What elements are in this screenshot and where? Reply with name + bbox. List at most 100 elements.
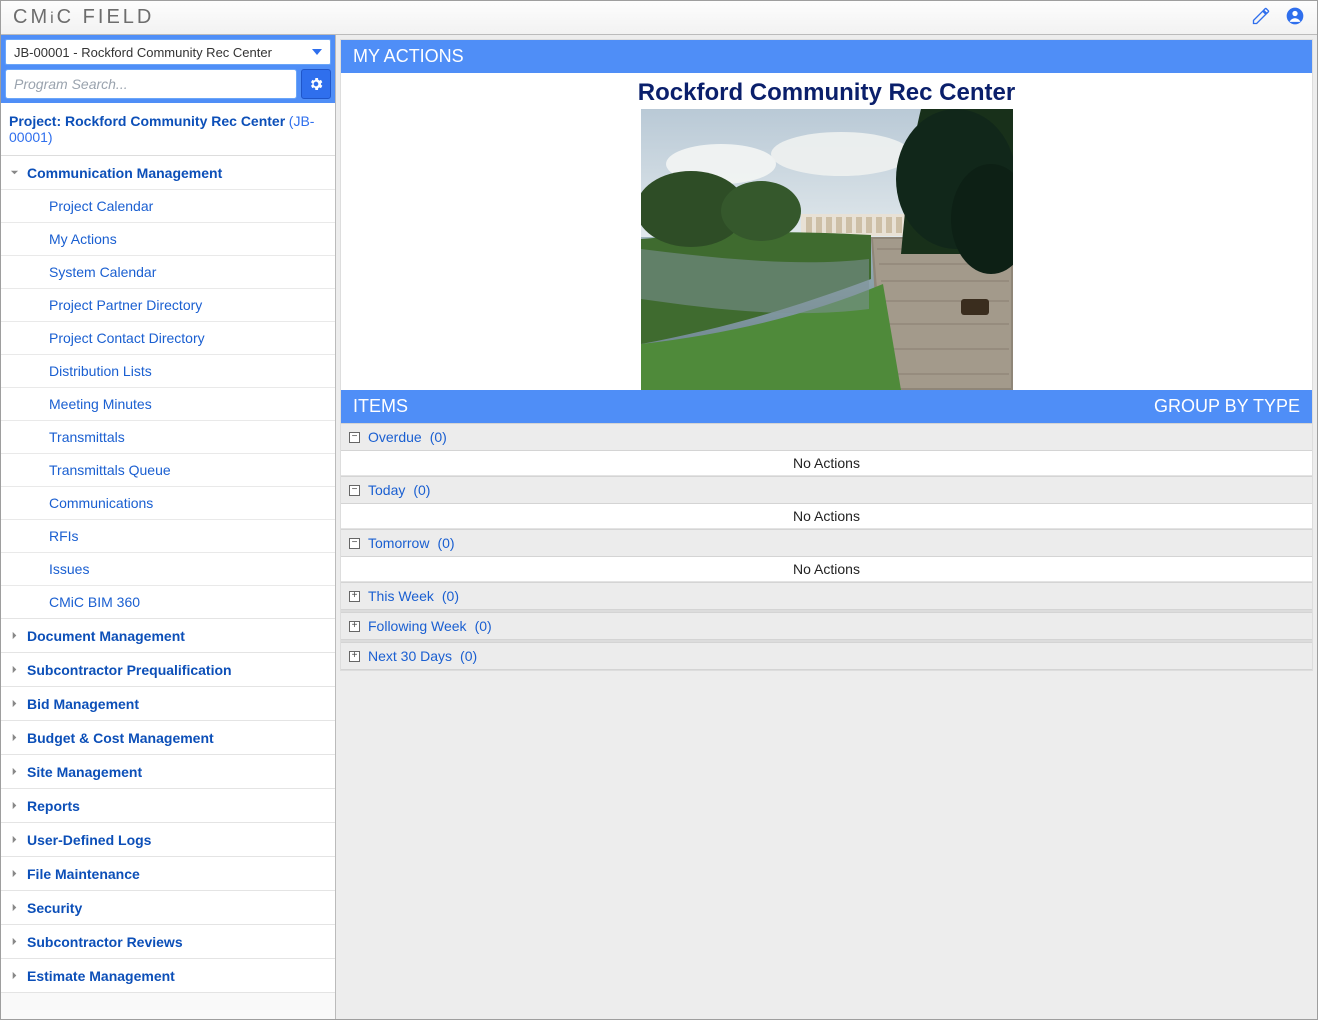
group-by-type-toggle[interactable]: GROUP BY TYPE	[1154, 396, 1300, 417]
nav-sub-item[interactable]: Project Calendar	[1, 189, 335, 222]
group-label: Following Week	[368, 618, 467, 634]
nav-node-label: Reports	[27, 798, 80, 814]
chevron-right-icon	[9, 733, 19, 743]
nav-node: Budget & Cost Management	[1, 721, 335, 755]
app-header: CMiC FIELD	[1, 1, 1317, 35]
search-settings-button[interactable]	[301, 69, 331, 99]
edit-icon[interactable]	[1251, 6, 1271, 29]
nav-node: Reports	[1, 789, 335, 823]
nav-sub-item[interactable]: RFIs	[1, 519, 335, 552]
nav-sub-item[interactable]: Communications	[1, 486, 335, 519]
nav-sub-item[interactable]: System Calendar	[1, 255, 335, 288]
expand-icon[interactable]: +	[349, 621, 360, 632]
project-name-label: Project: Rockford Community Rec Center	[9, 113, 285, 129]
nav-sub-item[interactable]: Issues	[1, 552, 335, 585]
group-label: Tomorrow	[368, 535, 429, 551]
nav-tree: Communication Management Project Calendar…	[1, 156, 335, 993]
nav-node-header[interactable]: File Maintenance	[1, 857, 335, 890]
chevron-right-icon	[9, 835, 19, 845]
chevron-right-icon	[9, 903, 19, 913]
items-group-row[interactable]: −Tomorrow (0)	[341, 529, 1312, 557]
nav-node-label: Document Management	[27, 628, 185, 644]
expand-icon[interactable]: +	[349, 651, 360, 662]
chevron-right-icon	[9, 971, 19, 981]
collapse-icon[interactable]: −	[349, 432, 360, 443]
nav-node-label: Subcontractor Reviews	[27, 934, 183, 950]
expand-icon[interactable]: +	[349, 591, 360, 602]
items-group-row[interactable]: + Following Week (0)	[341, 612, 1312, 640]
nav-node-label: Communication Management	[27, 165, 222, 181]
chevron-right-icon	[9, 699, 19, 709]
header-actions	[1251, 6, 1305, 29]
group-count: (0)	[437, 535, 454, 551]
my-actions-panel: MY ACTIONS Rockford Community Rec Center	[340, 39, 1313, 671]
sidebar-selector-wrap: JB-00001 - Rockford Community Rec Center	[1, 35, 335, 103]
nav-node-header[interactable]: Subcontractor Reviews	[1, 925, 335, 958]
nav-node-label: Security	[27, 900, 82, 916]
user-icon[interactable]	[1285, 6, 1305, 29]
nav-node-label: Estimate Management	[27, 968, 175, 984]
project-title-row: Project: Rockford Community Rec Center (…	[1, 103, 335, 156]
collapse-icon[interactable]: −	[349, 485, 360, 496]
hero-title: Rockford Community Rec Center	[341, 73, 1312, 109]
main-content: MY ACTIONS Rockford Community Rec Center	[336, 35, 1317, 1019]
chevron-right-icon	[9, 665, 19, 675]
chevron-right-icon	[9, 937, 19, 947]
nav-sub-item[interactable]: CMiC BIM 360	[1, 585, 335, 618]
project-select-dropdown[interactable]: JB-00001 - Rockford Community Rec Center	[5, 39, 331, 65]
no-actions-row: No Actions	[341, 504, 1312, 529]
nav-sub-item[interactable]: Distribution Lists	[1, 354, 335, 387]
project-hero-image	[641, 109, 1013, 390]
nav-node-header[interactable]: Subcontractor Prequalification	[1, 653, 335, 686]
group-label: This Week	[368, 588, 434, 604]
chevron-right-icon	[9, 767, 19, 777]
items-group-row[interactable]: −Overdue (0)	[341, 423, 1312, 451]
nav-node-label: File Maintenance	[27, 866, 140, 882]
brand-logo: CMiC FIELD	[13, 6, 154, 29]
sidebar: JB-00001 - Rockford Community Rec Center…	[1, 35, 336, 1019]
nav-node: Security	[1, 891, 335, 925]
collapse-icon[interactable]: −	[349, 538, 360, 549]
nav-node: Subcontractor Reviews	[1, 925, 335, 959]
nav-sub-item[interactable]: Project Contact Directory	[1, 321, 335, 354]
nav-sub-item[interactable]: Transmittals Queue	[1, 453, 335, 486]
group-label: Next 30 Days	[368, 648, 452, 664]
items-header: ITEMS GROUP BY TYPE	[341, 390, 1312, 423]
nav-sub-item[interactable]: Transmittals	[1, 420, 335, 453]
items-group-row[interactable]: −Today (0)	[341, 476, 1312, 504]
items-group-row[interactable]: +Next 30 Days (0)	[341, 642, 1312, 670]
group-count: (0)	[413, 482, 430, 498]
nav-sub-item[interactable]: Meeting Minutes	[1, 387, 335, 420]
nav-node: Communication Management Project Calendar…	[1, 156, 335, 619]
nav-node: Estimate Management	[1, 959, 335, 993]
nav-node-header[interactable]: Security	[1, 891, 335, 924]
nav-node-header[interactable]: Budget & Cost Management	[1, 721, 335, 754]
nav-node-header[interactable]: Estimate Management	[1, 959, 335, 992]
nav-node-header[interactable]: Document Management	[1, 619, 335, 652]
my-actions-header: MY ACTIONS	[341, 40, 1312, 73]
group-count: (0)	[475, 618, 492, 634]
nav-node: Site Management	[1, 755, 335, 789]
nav-node-label: Budget & Cost Management	[27, 730, 214, 746]
nav-node-header[interactable]: Reports	[1, 789, 335, 822]
items-groups: −Overdue (0)No Actions−Today (0)No Actio…	[341, 423, 1312, 670]
nav-node: Subcontractor Prequalification	[1, 653, 335, 687]
nav-node: Document Management	[1, 619, 335, 653]
nav-node-label: Subcontractor Prequalification	[27, 662, 232, 678]
nav-sub-item[interactable]: My Actions	[1, 222, 335, 255]
nav-node-header[interactable]: Site Management	[1, 755, 335, 788]
group-label: Today	[368, 482, 405, 498]
program-search-input[interactable]	[5, 69, 297, 99]
nav-node: User-Defined Logs	[1, 823, 335, 857]
my-actions-title: MY ACTIONS	[353, 46, 464, 67]
nav-sub-item[interactable]: Project Partner Directory	[1, 288, 335, 321]
items-group-row[interactable]: +This Week (0)	[341, 582, 1312, 610]
group-count: (0)	[430, 429, 447, 445]
nav-node-header[interactable]: Communication Management	[1, 156, 335, 189]
nav-node: Bid Management	[1, 687, 335, 721]
chevron-right-icon	[9, 801, 19, 811]
nav-node-header[interactable]: Bid Management	[1, 687, 335, 720]
nav-node-header[interactable]: User-Defined Logs	[1, 823, 335, 856]
project-select-label: JB-00001 - Rockford Community Rec Center	[14, 45, 272, 60]
nav-node-label: User-Defined Logs	[27, 832, 151, 848]
